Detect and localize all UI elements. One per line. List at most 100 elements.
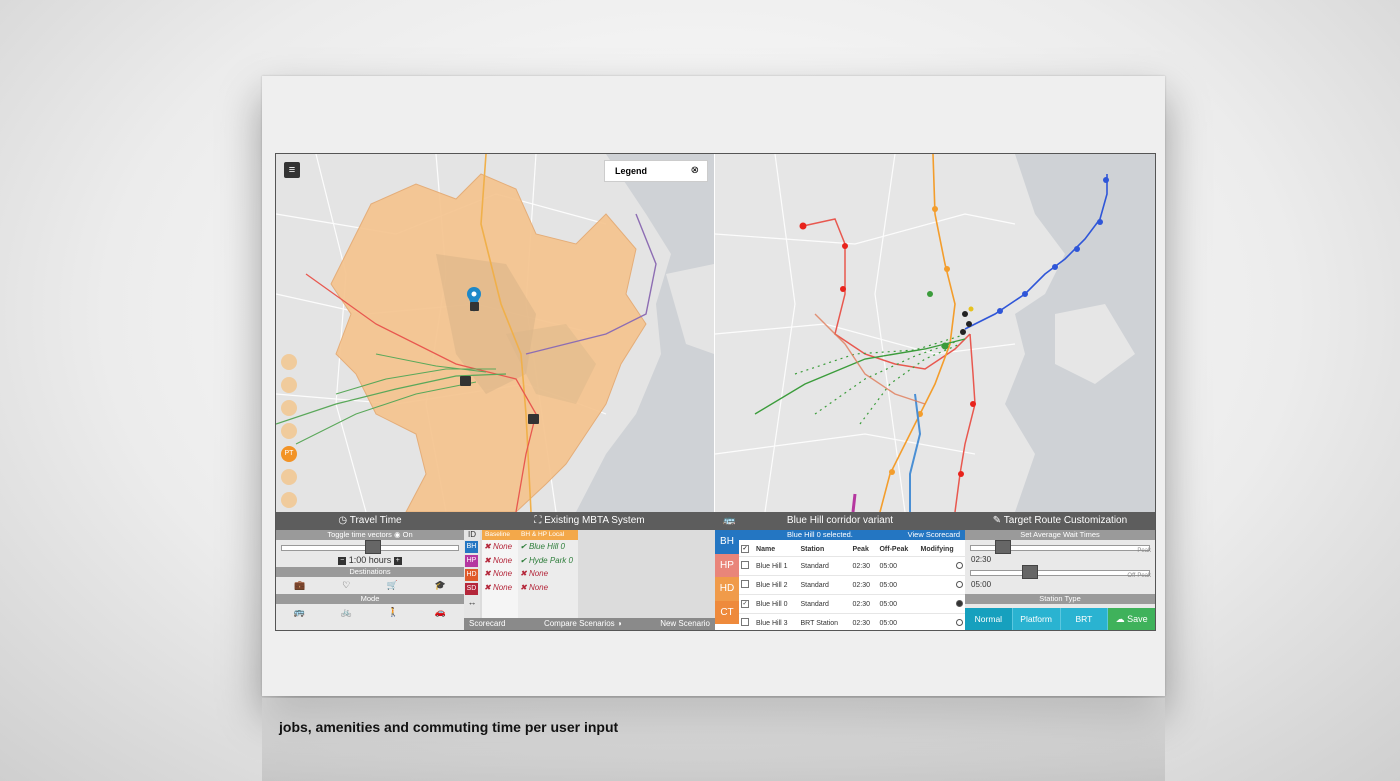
travel-time-title: Travel Time [349, 515, 402, 526]
modify-radio[interactable] [956, 599, 963, 607]
col-station: Station [800, 545, 825, 553]
travel-time-map[interactable]: ≡ Legend ⊗ PT [276, 154, 714, 512]
table-row[interactable]: Blue Hill 2 Standard 02:30 05:00 [739, 575, 965, 595]
cart-icon[interactable]: 🛒 [387, 580, 398, 591]
save-button[interactable]: ☁ Save [1108, 608, 1155, 630]
offpeak-value: 05:00 [971, 580, 992, 589]
col-name: Name [756, 545, 776, 553]
scenario-cell: ✖ None [484, 569, 513, 578]
scenario-cell: ✔ Hyde Park 0 [520, 555, 573, 565]
route-network-map[interactable] [715, 154, 1155, 512]
id-column: ID BH HP HD SD ↔ [464, 530, 480, 618]
briefcase-icon[interactable]: 💼 [294, 580, 305, 591]
peak-readout: 02:30 Peak [965, 548, 1155, 565]
person-icon[interactable] [281, 354, 297, 370]
legend-panel[interactable]: Legend ⊗ [604, 160, 708, 182]
selected-text: Blue Hill 0 selected. [787, 530, 853, 539]
hours-stepper: − 1:00 hours + [276, 554, 464, 567]
customization-header: ✎ Target Route Customization [965, 512, 1155, 530]
id-header: ID [468, 530, 476, 539]
route-id-hp[interactable]: HP [465, 555, 478, 567]
row-checkbox[interactable] [741, 618, 749, 626]
destinations-label: Destinations [276, 567, 464, 577]
plus-icon[interactable]: + [393, 556, 402, 565]
baseline-header: Baseline [482, 530, 518, 540]
minus-icon[interactable]: − [338, 556, 347, 565]
person-icon[interactable] [281, 492, 297, 508]
table-header: ✓ Name Station Peak Off-Peak Modifying [739, 542, 965, 557]
modify-radio[interactable] [956, 580, 963, 588]
graduation-icon[interactable]: 🎓 [434, 580, 445, 591]
selection-bar: Blue Hill 0 selected. View Scorecard [739, 530, 965, 540]
scenario-cell: ✖ None [520, 582, 549, 592]
scenarios-title: Existing MBTA System [544, 515, 645, 526]
scenarios-panel: ⛶ Existing MBTA System ID BH HP HD SD ↔ … [464, 512, 715, 630]
table-row[interactable]: Blue Hill 1 Standard 02:30 05:00 [739, 556, 965, 576]
slider-thumb[interactable] [994, 540, 1011, 554]
bh-local-column[interactable]: BH & HP Local ✔ Blue Hill 0 ✔ Hyde Park … [518, 530, 578, 618]
bus-icon: 🚌 [723, 515, 736, 526]
route-id-sd[interactable]: SD [465, 583, 478, 595]
tab-hd[interactable]: HD [715, 577, 739, 601]
scenario-cell: ✖ None [520, 569, 549, 578]
variant-table: ✓ Name Station Peak Off-Peak Modifying B… [739, 542, 965, 630]
hours-value: 1:00 hours [348, 555, 392, 565]
resize-icon[interactable]: ↔ [464, 597, 480, 607]
public-transit-icon[interactable]: PT [281, 446, 297, 462]
table-row[interactable]: ✓ Blue Hill 0 Standard 02:30 05:00 [739, 594, 965, 614]
tab-ct[interactable]: CT [715, 600, 739, 624]
corridor-title: Blue Hill corridor variant [786, 515, 894, 526]
slider-thumb[interactable] [365, 540, 382, 554]
station-type-label: Station Type [965, 594, 1155, 604]
scenarios-footer: Scorecard Compare Scenarios ◑ New Scenar… [464, 618, 715, 630]
platform-button[interactable]: Platform [1012, 608, 1061, 630]
peak-value: 02:30 [971, 555, 992, 564]
new-scenario-button[interactable]: New Scenario [660, 618, 710, 630]
brt-button[interactable]: BRT [1060, 608, 1109, 630]
compare-scenarios-button[interactable]: Compare Scenarios ◑ [544, 618, 622, 630]
heart-icon[interactable]: ♡ [342, 580, 350, 591]
peak-slider[interactable] [965, 540, 1155, 554]
car-icon[interactable]: 🚗 [435, 607, 446, 618]
scenario-cell: ✖ None [484, 542, 513, 551]
person-icon[interactable] [281, 400, 297, 416]
modify-radio[interactable] [956, 561, 963, 569]
toggle-label: Toggle time vectors [327, 530, 392, 539]
walk-icon[interactable]: 🚶 [388, 607, 399, 618]
row-checkbox[interactable]: ✓ [741, 600, 749, 608]
mode-side-icons: PT [281, 354, 299, 512]
select-all-checkbox[interactable]: ✓ [741, 545, 749, 553]
tab-bh[interactable]: BH [715, 530, 739, 554]
normal-button[interactable]: Normal [965, 608, 1013, 630]
board-reflection [262, 698, 1165, 781]
mode-icons: 🚌 🚲 🚶 🚗 [276, 604, 464, 621]
bus-icon[interactable]: 🚌 [294, 607, 305, 618]
row-checkbox[interactable] [741, 561, 749, 569]
bh-local-header: BH & HP Local [518, 530, 578, 540]
route-id-bh[interactable]: BH [465, 541, 478, 553]
customization-title: Target Route Customization [1003, 515, 1128, 526]
toggle-state: On [402, 530, 413, 539]
baseline-column[interactable]: Baseline ✖ None ✖ None ✖ None ✖ None [482, 530, 518, 618]
menu-icon[interactable]: ≡ [284, 162, 300, 178]
bike-icon[interactable]: 🚲 [341, 607, 352, 618]
col-peak: Peak [852, 545, 869, 553]
view-scorecard-link[interactable]: View Scorecard [908, 530, 960, 540]
row-checkbox[interactable] [741, 580, 749, 588]
table-row[interactable]: Blue Hill 3 BRT Station 02:30 05:00 [739, 613, 965, 630]
offpeak-label: Off-Peak [1127, 573, 1151, 579]
person-icon[interactable] [281, 377, 297, 393]
person-icon[interactable] [281, 469, 297, 485]
toggle-time-vectors[interactable]: Toggle time vectors ◉ On [276, 530, 464, 540]
customization-panel: ✎ Target Route Customization Set Average… [965, 512, 1155, 630]
route-id-hd[interactable]: HD [465, 569, 478, 581]
close-icon[interactable]: ⊗ [691, 161, 699, 181]
travel-time-slider[interactable] [276, 540, 464, 554]
travel-time-panel: ◷ Travel Time Toggle time vectors ◉ On −… [276, 512, 464, 630]
offpeak-readout: 05:00 Off-Peak [965, 573, 1155, 590]
scorecard-button[interactable]: Scorecard [469, 618, 505, 630]
slider-thumb[interactable] [1022, 565, 1039, 579]
person-icon[interactable] [281, 423, 297, 439]
modify-radio[interactable] [956, 618, 963, 626]
tab-hp[interactable]: HP [715, 553, 739, 577]
